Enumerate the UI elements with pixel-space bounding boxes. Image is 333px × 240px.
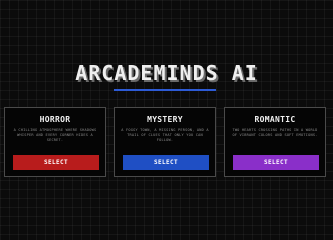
app-title: ARCADEMINDS AI	[75, 61, 258, 85]
select-horror-button[interactable]: SELECT	[13, 155, 99, 170]
card-title-romantic: ROMANTIC	[254, 115, 296, 124]
card-description-romantic: Two hearts crossing paths in a world of …	[232, 128, 318, 137]
card-title-mystery: MYSTERY	[147, 115, 183, 124]
card-title-horror: HORROR	[39, 115, 71, 124]
genre-card-mystery: MYSTERY A foggy town, a missing person, …	[114, 107, 216, 177]
title-underline	[114, 89, 216, 91]
select-mystery-button[interactable]: SELECT	[123, 155, 209, 170]
card-description-horror: A chilling atmosphere where shadows whis…	[13, 128, 97, 142]
genre-card-romantic: ROMANTIC Two hearts crossing paths in a …	[224, 107, 326, 177]
card-description-mystery: A foggy town, a missing person, and a tr…	[121, 128, 209, 142]
genre-card-horror: HORROR A chilling atmosphere where shado…	[4, 107, 106, 177]
select-romantic-button[interactable]: SELECT	[233, 155, 319, 170]
